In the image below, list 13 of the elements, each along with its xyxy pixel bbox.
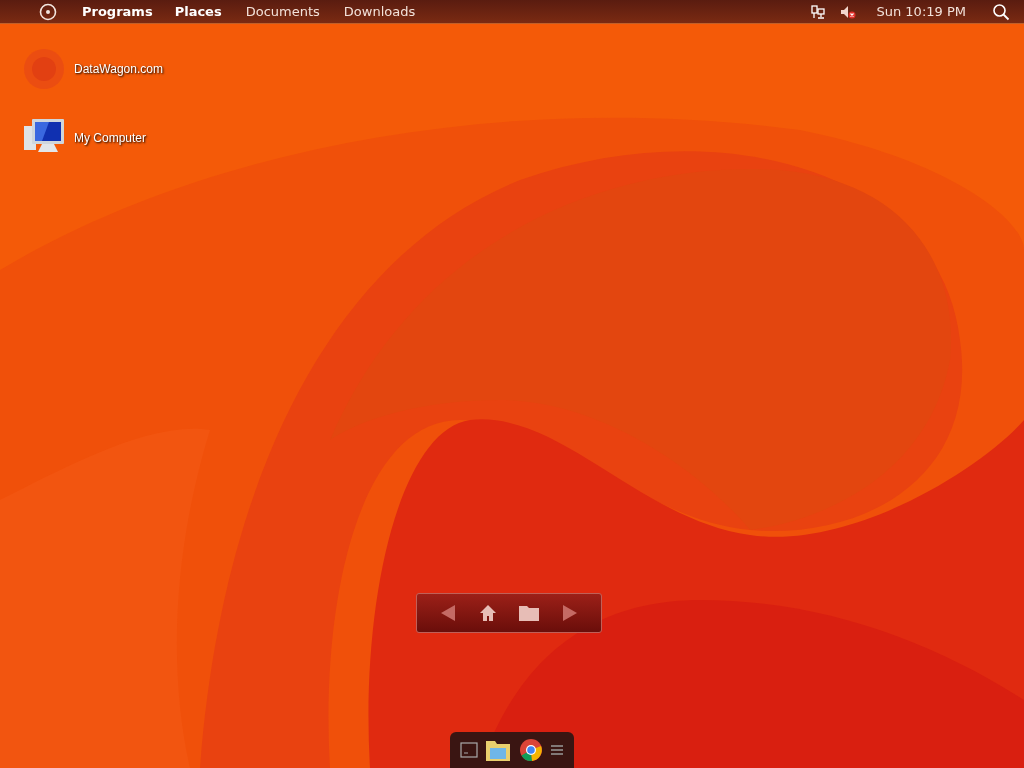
menu-item[interactable]: Places <box>174 4 222 19</box>
forward-arrow-icon[interactable] <box>560 604 579 622</box>
network-icon[interactable] <box>810 3 827 20</box>
folder-icon[interactable] <box>485 738 512 762</box>
search-icon[interactable] <box>992 2 1010 21</box>
browser-icon[interactable] <box>518 738 543 762</box>
place-link[interactable]: Documents <box>245 4 320 19</box>
clock[interactable]: Sun 10:19 PM <box>876 4 966 19</box>
terminal-icon[interactable] <box>459 742 478 758</box>
place-link[interactable]: Downloads <box>343 4 416 19</box>
folder-icon[interactable] <box>518 604 541 622</box>
menu-item[interactable]: Programs <box>82 4 153 19</box>
back-arrow-icon[interactable] <box>439 604 458 622</box>
